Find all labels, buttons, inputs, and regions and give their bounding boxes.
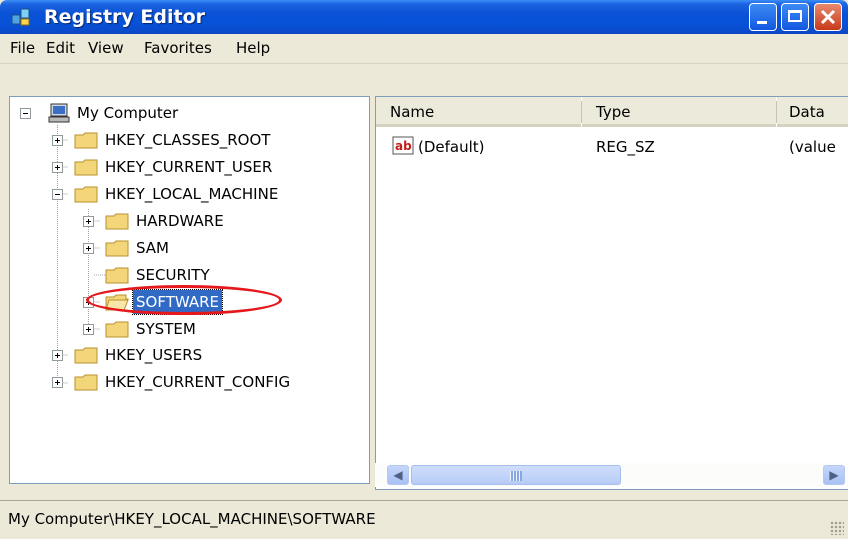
- string-value-icon: ab: [392, 136, 414, 155]
- chevron-left-icon: ◀: [393, 468, 403, 482]
- expand-icon[interactable]: [83, 243, 94, 254]
- folder-icon: [74, 347, 98, 364]
- expand-icon[interactable]: [83, 216, 94, 227]
- folder-icon: [74, 132, 98, 149]
- tree-item-hardware[interactable]: HARDWARE: [10, 209, 369, 233]
- registry-editor-window: Registry Editor File Edit View Favorites…: [0, 0, 848, 539]
- tree-item-hkey-current-user[interactable]: HKEY_CURRENT_USER: [10, 155, 369, 179]
- value-type: REG_SZ: [596, 138, 655, 156]
- tree-item-hkey-classes-root[interactable]: HKEY_CLASSES_ROOT: [10, 128, 369, 152]
- status-path: My Computer\HKEY_LOCAL_MACHINE\SOFTWARE: [8, 510, 376, 528]
- collapse-icon[interactable]: [52, 189, 63, 200]
- tree-label: SECURITY: [136, 266, 210, 284]
- scroll-left-button[interactable]: ◀: [387, 465, 409, 485]
- scroll-right-button[interactable]: ▶: [823, 465, 845, 485]
- tree-item-hkey-current-config[interactable]: HKEY_CURRENT_CONFIG: [10, 370, 369, 394]
- column-header-data[interactable]: Data: [777, 97, 848, 127]
- value-data: (value: [789, 138, 836, 156]
- tree-label: SAM: [136, 239, 170, 257]
- menu-view[interactable]: View: [88, 39, 124, 57]
- tree-label: HKEY_CLASSES_ROOT: [105, 131, 271, 149]
- menu-favorites[interactable]: Favorites: [144, 39, 212, 57]
- collapse-icon[interactable]: [20, 108, 31, 119]
- expand-icon[interactable]: [52, 350, 63, 361]
- tree-label: HKEY_CURRENT_CONFIG: [105, 373, 291, 391]
- menu-bar: File Edit View Favorites Help: [0, 34, 848, 64]
- resize-grip-icon[interactable]: [830, 521, 844, 535]
- computer-icon: [48, 103, 70, 123]
- horizontal-scrollbar[interactable]: ◀ ▶: [375, 463, 848, 487]
- folder-icon: [74, 159, 98, 176]
- open-folder-icon: [105, 294, 129, 311]
- expand-icon[interactable]: [83, 324, 94, 335]
- folder-icon: [74, 374, 98, 391]
- menu-edit[interactable]: Edit: [46, 39, 75, 57]
- tree-label-selected: SOFTWARE: [131, 289, 224, 315]
- tree-label: HKEY_LOCAL_MACHINE: [105, 185, 279, 203]
- tree-item-system[interactable]: SYSTEM: [10, 317, 369, 341]
- column-header-type[interactable]: Type: [582, 97, 776, 127]
- status-bar: My Computer\HKEY_LOCAL_MACHINE\SOFTWARE: [0, 500, 848, 539]
- minimize-icon: [757, 21, 767, 24]
- folder-icon: [105, 321, 129, 338]
- tree-label: SYSTEM: [136, 320, 196, 338]
- menu-file[interactable]: File: [10, 39, 35, 57]
- tree-label-my-computer: My Computer: [77, 104, 179, 122]
- expand-icon[interactable]: [52, 377, 63, 388]
- list-row[interactable]: ab (Default) REG_SZ (value: [376, 135, 848, 159]
- folder-icon: [105, 213, 129, 230]
- value-name: (Default): [418, 138, 485, 156]
- svg-text:ab: ab: [395, 139, 412, 153]
- values-list-pane[interactable]: Name Type Data ab (Default) REG_SZ (valu…: [375, 96, 848, 490]
- close-button[interactable]: [814, 3, 842, 31]
- maximize-button[interactable]: [781, 3, 809, 31]
- tree-item-sam[interactable]: SAM: [10, 236, 369, 260]
- tree-item-hkey-local-machine[interactable]: HKEY_LOCAL_MACHINE: [10, 182, 369, 206]
- tree-item-hkey-users[interactable]: HKEY_USERS: [10, 343, 369, 367]
- expand-icon[interactable]: [52, 135, 63, 146]
- grip-icon: [510, 471, 522, 481]
- minimize-button[interactable]: [749, 3, 777, 31]
- chevron-right-icon: ▶: [829, 468, 839, 482]
- expand-icon[interactable]: [83, 297, 94, 308]
- registry-editor-icon: [11, 8, 30, 26]
- expand-icon[interactable]: [52, 162, 63, 173]
- scroll-thumb[interactable]: [411, 465, 621, 485]
- close-icon: [820, 9, 836, 25]
- folder-icon: [105, 240, 129, 257]
- menu-help[interactable]: Help: [236, 39, 270, 57]
- tree-item-software[interactable]: SOFTWARE: [10, 289, 369, 315]
- key-tree-pane[interactable]: My Computer HKEY_CLASSES_ROOT HKEY_CURRE…: [9, 96, 370, 484]
- folder-icon: [105, 267, 129, 284]
- maximize-icon: [788, 10, 802, 22]
- tree-label: HARDWARE: [136, 212, 224, 230]
- tree-item-security[interactable]: SECURITY: [10, 263, 369, 287]
- window-title: Registry Editor: [44, 6, 205, 28]
- tree-label: HKEY_CURRENT_USER: [105, 158, 273, 176]
- column-header-name[interactable]: Name: [376, 97, 581, 127]
- tree-label: HKEY_USERS: [105, 346, 203, 364]
- folder-icon: [74, 186, 98, 203]
- title-bar[interactable]: Registry Editor: [0, 0, 848, 34]
